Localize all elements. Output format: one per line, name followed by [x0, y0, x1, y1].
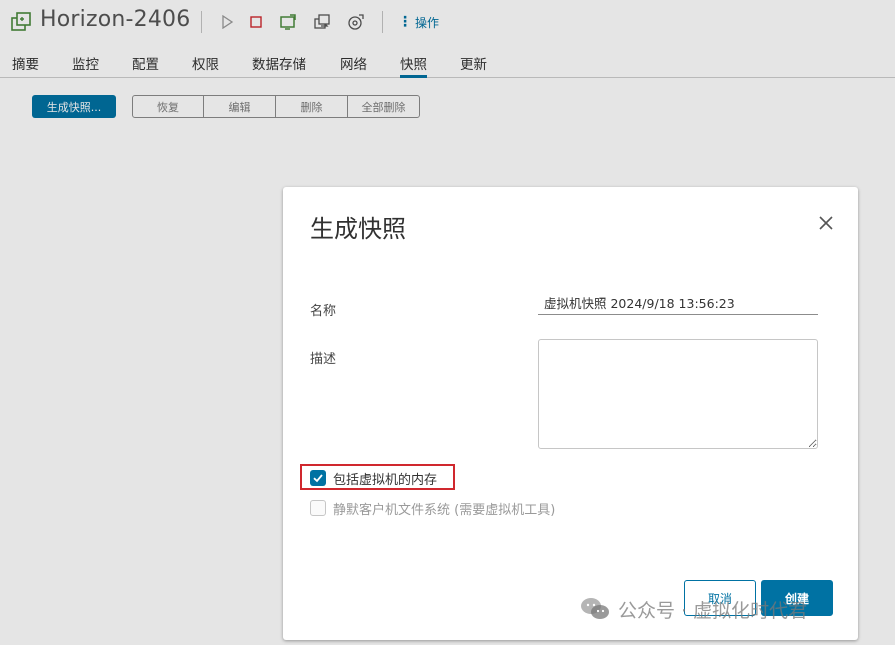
dialog-title: 生成快照	[310, 215, 406, 243]
description-label: 描述	[310, 352, 337, 367]
include-memory-label: 包括虚拟机的内存	[333, 472, 438, 488]
quiesce-label: 静默客户机文件系统 (需要虚拟机工具)	[333, 502, 556, 518]
quiesce-option: 静默客户机文件系统 (需要虚拟机工具)	[310, 499, 556, 518]
watermark: 公众号 · 虚拟化时代君	[580, 594, 807, 624]
include-memory-checkbox[interactable]	[310, 470, 326, 486]
wechat-logo-icon	[580, 596, 610, 622]
watermark-text: 公众号 · 虚拟化时代君	[618, 599, 808, 622]
include-memory-option[interactable]: 包括虚拟机的内存	[310, 469, 438, 488]
snapshot-name-input[interactable]	[538, 290, 818, 315]
take-snapshot-dialog: 生成快照 名称 描述 包括虚拟机的内存 静默客户机文件系统 (需要虚拟机工具) …	[283, 187, 858, 640]
close-icon	[818, 215, 834, 235]
quiesce-checkbox	[310, 500, 326, 516]
snapshot-description-input[interactable]	[538, 339, 818, 449]
name-label: 名称	[310, 304, 337, 319]
check-icon	[313, 474, 323, 483]
close-button[interactable]	[815, 214, 837, 236]
